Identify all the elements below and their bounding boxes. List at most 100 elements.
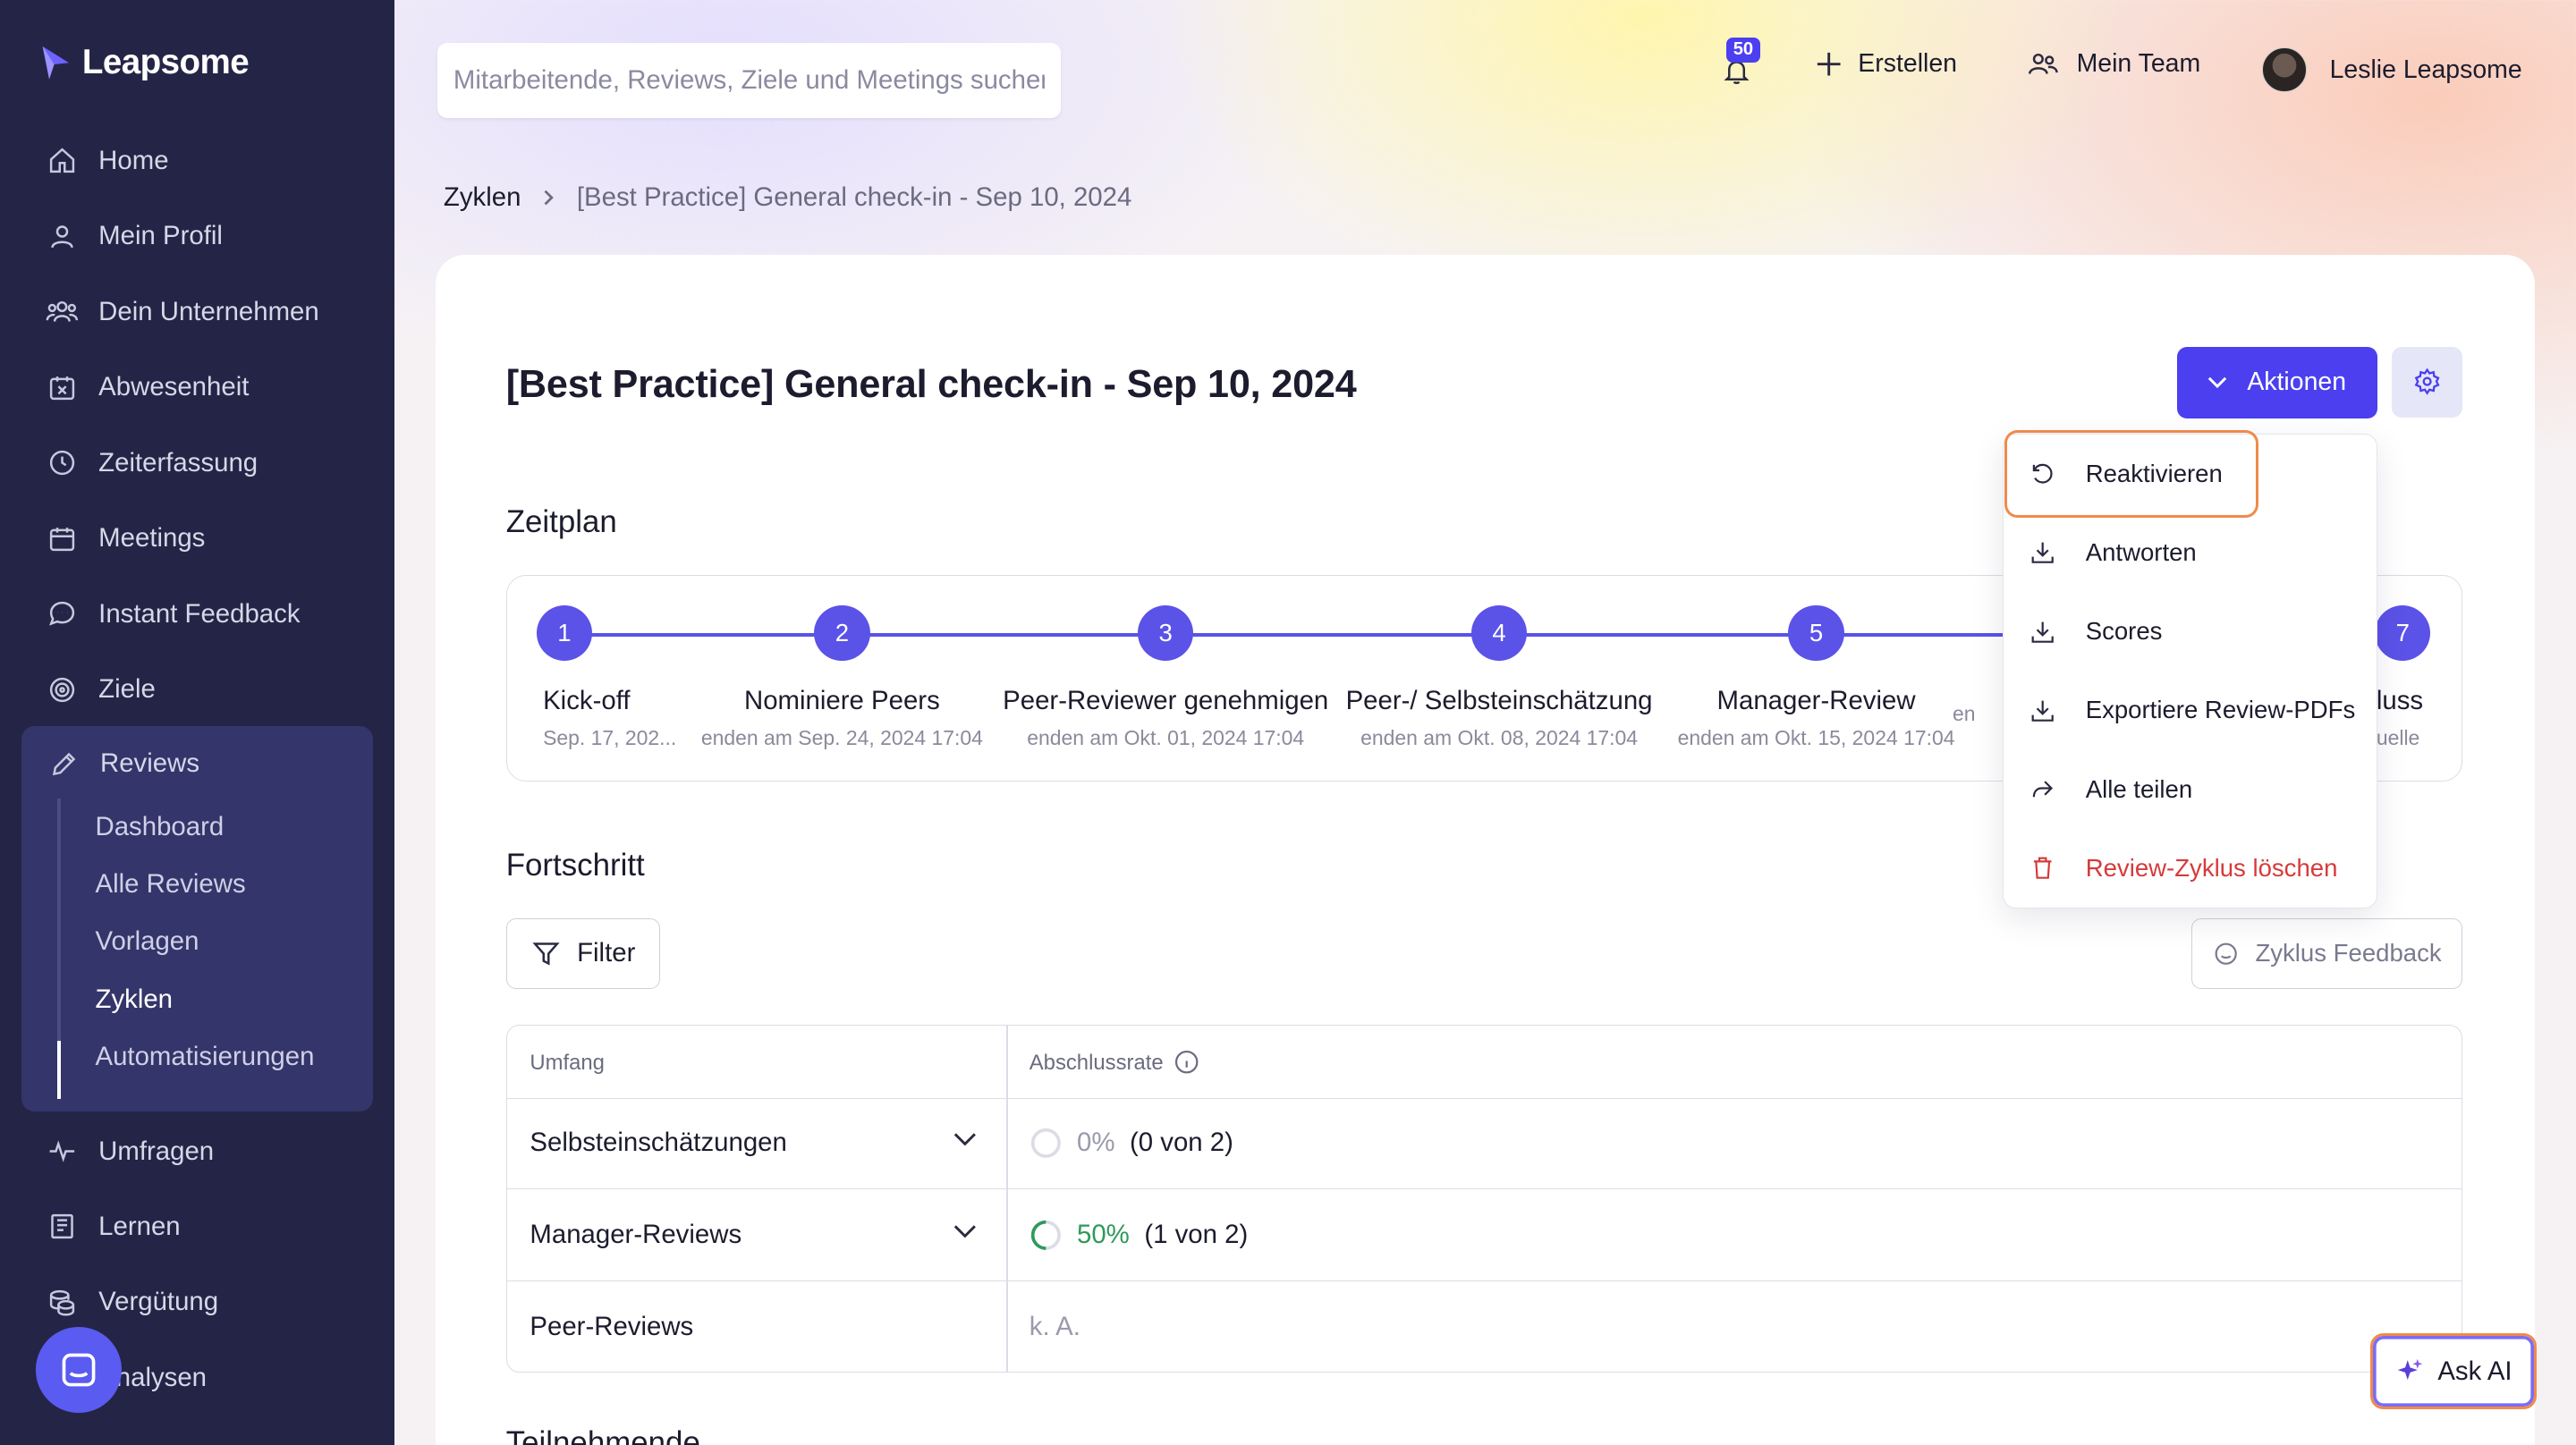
menu-item-reactivate[interactable]: Reaktivieren — [2004, 441, 2377, 506]
filter-icon — [532, 942, 560, 966]
user-name: Leslie Leapsome — [2329, 55, 2522, 84]
step-date: enden am Sep. 24, 2024 17:04 — [700, 725, 983, 749]
ask-ai-button[interactable]: Ask AI — [2370, 1333, 2537, 1409]
create-label: Erstellen — [1858, 49, 1957, 79]
sidebar-item-goals[interactable]: Ziele — [0, 652, 394, 727]
timeline-step[interactable]: 5 Manager-Review enden am Okt. 15, 2024 … — [1652, 604, 1980, 750]
chat-launcher-button[interactable] — [36, 1327, 122, 1413]
timeline-step[interactable]: 3 Peer-Reviewer genehmigen enden am Okt.… — [1002, 604, 1330, 750]
sidebar-item-label: Zeiterfassung — [98, 447, 258, 477]
sidebar-item-profile[interactable]: Mein Profil — [0, 199, 394, 274]
cycle-settings-button[interactable] — [2392, 346, 2463, 418]
subnav-item-all-reviews[interactable]: Alle Reviews — [55, 856, 367, 913]
menu-item-label: Exportiere Review-PDFs — [2085, 696, 2356, 724]
cycle-feedback-button[interactable]: Zyklus Feedback — [2191, 917, 2463, 989]
subnav-item-cycles[interactable]: Zyklen — [55, 970, 367, 1027]
column-header-scope: Umfang — [530, 1050, 605, 1075]
menu-item-delete-cycle[interactable]: Review-Zyklus löschen — [2004, 835, 2377, 900]
table-header: Umfang Abschlussrate — [506, 1026, 2462, 1099]
step-date: enden am Okt. 01, 2024 17:04 — [1027, 725, 1305, 749]
sidebar-nav: Home Mein Profil Dein Unternehmen Abwese… — [0, 123, 394, 728]
sidebar-item-label: Abwesenheit — [98, 372, 250, 402]
chevron-down-icon[interactable] — [953, 1128, 977, 1151]
download-icon — [2031, 543, 2055, 564]
sidebar-item-surveys[interactable]: Umfragen — [0, 1113, 394, 1188]
step-label: Kick-off — [543, 685, 631, 715]
sidebar-item-time-tracking[interactable]: Zeiterfassung — [0, 426, 394, 501]
sidebar-item-learning[interactable]: Lernen — [0, 1189, 394, 1264]
sidebar-item-absence[interactable]: Abwesenheit — [0, 350, 394, 425]
step-label: Peer-/ Selbsteinschätzung — [1345, 685, 1653, 715]
progress-ring-icon — [1030, 1128, 1061, 1158]
sidebar-item-label: Umfragen — [98, 1136, 215, 1166]
table-row[interactable]: Peer-Reviews k. A. — [507, 1282, 2462, 1373]
clock-icon — [46, 447, 79, 480]
sidebar-item-meetings[interactable]: Meetings — [0, 501, 394, 576]
create-button[interactable]: Erstellen — [1816, 49, 1957, 79]
completion-count: (0 von 2) — [1129, 1128, 1233, 1158]
book-icon — [46, 1211, 79, 1244]
menu-item-answers[interactable]: Antworten — [2004, 520, 2377, 585]
step-date: enden am Okt. 15, 2024 17:04 — [1677, 725, 1955, 749]
calendar-icon — [46, 522, 79, 555]
sidebar-item-label: Mein Profil — [98, 221, 223, 251]
sidebar-item-reviews[interactable]: Reviews — [21, 726, 373, 801]
timeline-step[interactable]: 2 Nominiere Peers enden am Sep. 24, 2024… — [678, 604, 1006, 750]
participants-heading: Teilnehmende — [505, 1425, 700, 1445]
pulse-icon — [46, 1135, 79, 1168]
calendar-x-icon — [46, 371, 79, 404]
step-date: enden am Okt. 08, 2024 17:04 — [1360, 725, 1638, 749]
subnav-item-templates[interactable]: Vorlagen — [55, 913, 367, 970]
table-row[interactable]: Manager-Reviews 50% (1 von 2) — [506, 1190, 2462, 1281]
row-scope: Selbsteinschätzungen — [530, 1128, 787, 1158]
step-date: uelle — [2376, 725, 2420, 749]
user-menu-button[interactable]: Leslie Leapsome — [2262, 47, 2522, 92]
avatar — [2262, 47, 2307, 92]
share-icon — [2033, 781, 2054, 798]
actions-button[interactable]: Aktionen — [2176, 346, 2377, 419]
filter-button[interactable]: Filter — [505, 917, 661, 989]
sidebar-item-label: Instant Feedback — [98, 598, 301, 629]
page-title: [Best Practice] General check-in - Sep 1… — [505, 362, 1357, 406]
menu-item-label: Scores — [2085, 617, 2163, 646]
subnav-item-automations[interactable]: Automatisierungen — [55, 1028, 367, 1086]
notifications-button[interactable]: 50 — [1718, 36, 1767, 101]
chevron-right-icon — [545, 190, 555, 206]
schedule-heading: Zeitplan — [505, 503, 617, 539]
breadcrumb-cycles-link[interactable]: Zyklen — [444, 182, 521, 213]
sidebar-item-company[interactable]: Dein Unternehmen — [0, 275, 394, 350]
subnav-active-indicator — [57, 1041, 61, 1099]
chat-icon — [46, 598, 79, 631]
sidebar-item-label: Dein Unternehmen — [98, 296, 319, 326]
menu-item-share-all[interactable]: Alle teilen — [2004, 756, 2377, 822]
step-date: Sep. 17, 202... — [543, 725, 677, 749]
brand-name: Leapsome — [81, 42, 250, 81]
timeline-step[interactable]: 1 Kick-off Sep. 17, 202... — [536, 604, 684, 750]
ask-ai-label: Ask AI — [2437, 1356, 2512, 1386]
table-row[interactable]: Selbsteinschätzungen 0% (0 von 2) — [506, 1098, 2462, 1189]
completion-na: k. A. — [1029, 1312, 1080, 1342]
info-icon[interactable] — [1174, 1049, 1199, 1075]
subnav-item-dashboard[interactable]: Dashboard — [55, 799, 367, 856]
download-icon — [2031, 621, 2055, 643]
column-header-completion: Abschlussrate — [1029, 1050, 1164, 1075]
timeline-step[interactable]: 4 Peer-/ Selbsteinschätzung enden am Okt… — [1335, 604, 1663, 750]
menu-item-label: Antworten — [2085, 538, 2197, 567]
row-scope: Peer-Reviews — [530, 1312, 694, 1342]
menu-item-scores[interactable]: Scores — [2004, 599, 2377, 664]
brand-logo[interactable]: Leapsome — [39, 42, 250, 82]
sidebar-item-compensation[interactable]: Vergütung — [0, 1264, 394, 1339]
menu-item-label: Alle teilen — [2085, 774, 2193, 803]
cycle-feedback-label: Zyklus Feedback — [2255, 939, 2442, 968]
completion-percent: 50% — [1077, 1220, 1130, 1250]
step-number: 3 — [1137, 604, 1194, 662]
sidebar: Leapsome Home Mein Profil Dein Unternehm… — [0, 0, 394, 1445]
sidebar-item-home[interactable]: Home — [0, 123, 394, 199]
chevron-down-icon[interactable] — [953, 1220, 977, 1243]
progress-heading: Fortschritt — [505, 847, 645, 883]
notifications-badge: 50 — [1726, 38, 1760, 63]
sidebar-item-instant-feedback[interactable]: Instant Feedback — [0, 577, 394, 652]
search-input[interactable] — [436, 42, 1062, 119]
menu-item-export-pdfs[interactable]: Exportiere Review-PDFs — [2004, 678, 2377, 743]
my-team-button[interactable]: Mein Team — [2027, 49, 2200, 79]
